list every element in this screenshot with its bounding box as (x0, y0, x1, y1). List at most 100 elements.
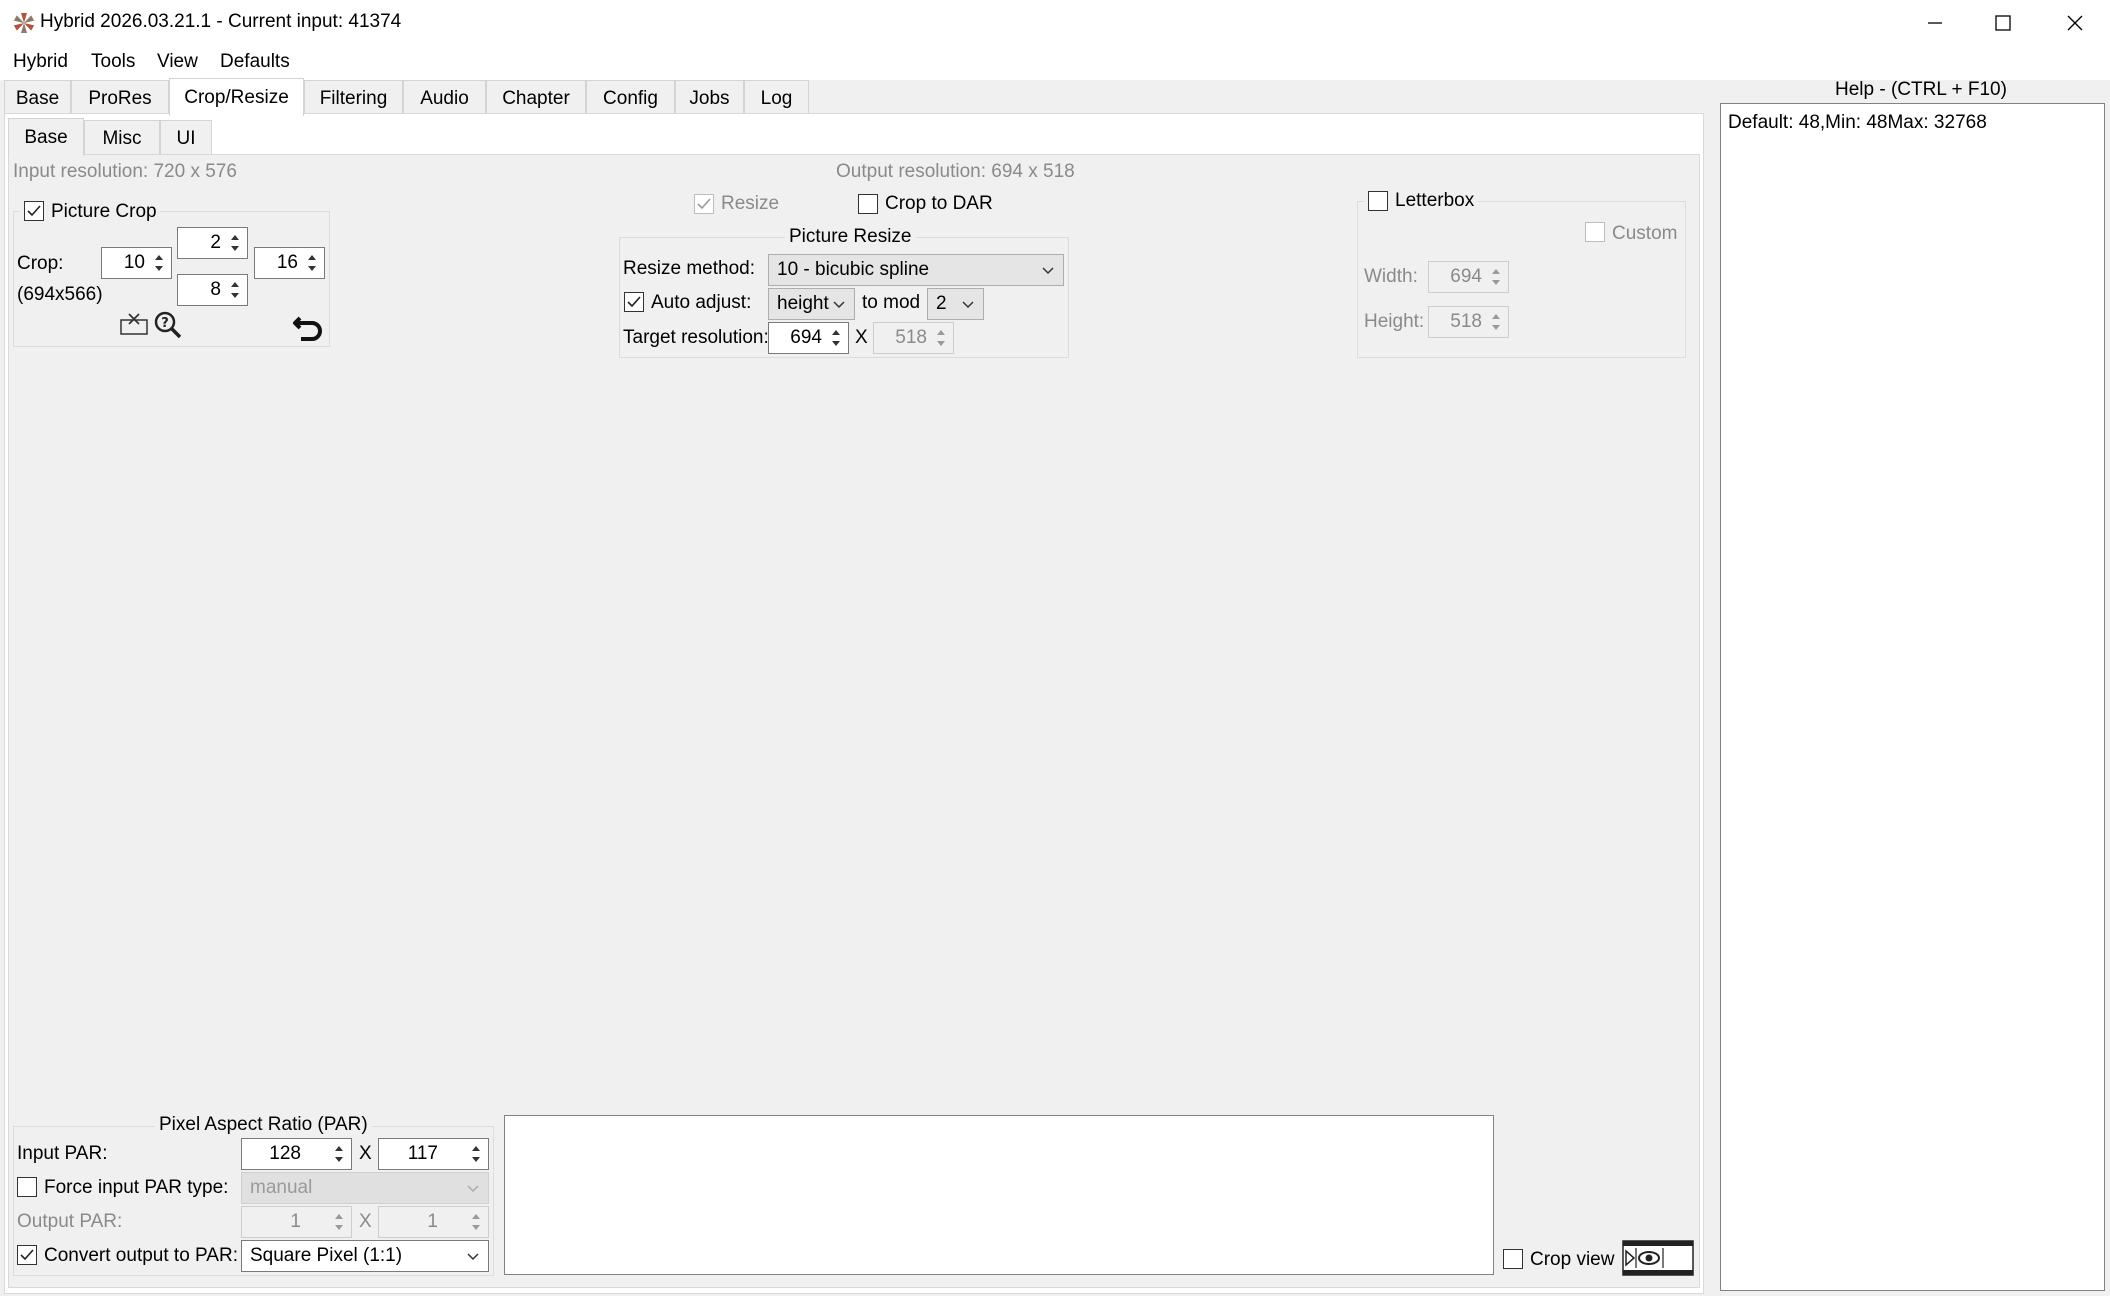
zoom-icon[interactable]: ? (153, 310, 183, 340)
menu-defaults[interactable]: Defaults (220, 51, 290, 73)
chevron-down-icon (1042, 267, 1054, 275)
minimize-button[interactable] (1900, 0, 1970, 46)
tab-audio[interactable]: Audio (403, 80, 486, 116)
subtab-base[interactable]: Base (8, 118, 84, 156)
force-par-select[interactable]: manual (241, 1172, 489, 1204)
main-tab-bar: Base ProRes Crop/Resize Filtering Audio … (4, 78, 1704, 116)
input-par-label: Input PAR: (17, 1143, 108, 1164)
spin-arrows-icon[interactable] (329, 1141, 349, 1167)
auto-crop-icon[interactable] (119, 312, 151, 336)
crop-to-dar-label: Crop to DAR (885, 193, 993, 214)
crop-left-spinbox[interactable]: 10 (101, 247, 172, 279)
letterbox-height-spinbox[interactable]: 518 (1428, 306, 1509, 338)
app-icon (13, 13, 35, 33)
resize-checkbox[interactable] (694, 194, 714, 214)
menu-hybrid[interactable]: Hybrid (13, 51, 68, 73)
letterbox-checkbox[interactable] (1368, 191, 1388, 211)
resize-label: Resize (721, 193, 780, 214)
tab-config[interactable]: Config (586, 80, 675, 116)
target-x-label: X (855, 327, 868, 348)
subtab-ui[interactable]: UI (160, 120, 212, 156)
menu-view[interactable]: View (157, 51, 198, 73)
convert-par-checkbox[interactable] (17, 1245, 37, 1265)
help-text-area[interactable]: Default: 48,Min: 48Max: 32768 (1720, 103, 2105, 1291)
crop-top-spinbox[interactable]: 2 (177, 227, 248, 259)
to-mod-label: to mod (862, 292, 921, 313)
force-par-label: Force input PAR type: (44, 1177, 229, 1198)
convert-par-select[interactable]: Square Pixel (1:1) (241, 1240, 489, 1272)
letterbox-height-label: Height: (1364, 311, 1425, 332)
custom-checkbox[interactable] (1585, 222, 1605, 242)
crop-to-dar-checkbox[interactable] (858, 194, 878, 214)
preview-area (504, 1115, 1494, 1275)
input-par-x-label: X (359, 1143, 372, 1164)
spin-arrows-icon[interactable] (466, 1209, 486, 1235)
maximize-icon (1995, 15, 2011, 31)
target-width-spinbox[interactable]: 694 (768, 322, 849, 354)
input-resolution: Input resolution: 720 x 576 (13, 161, 237, 182)
picture-resize-title: Picture Resize (785, 226, 916, 248)
sub-tab-bar: Base Misc UI (8, 118, 308, 156)
spin-arrows-icon[interactable] (826, 325, 846, 351)
subtab-misc[interactable]: Misc (84, 120, 160, 156)
tab-filtering[interactable]: Filtering (304, 80, 403, 116)
tab-base[interactable]: Base (4, 80, 71, 116)
close-button[interactable] (2040, 0, 2110, 46)
crop-view-label: Crop view (1530, 1249, 1615, 1270)
auto-adjust-label: Auto adjust: (651, 292, 752, 313)
spin-arrows-icon[interactable] (466, 1141, 486, 1167)
maximize-button[interactable] (1968, 0, 2038, 46)
spin-arrows-icon[interactable] (225, 230, 245, 256)
svg-text:?: ? (161, 316, 169, 331)
menu-bar: Hybrid Tools View Defaults (0, 46, 2110, 80)
tab-prores[interactable]: ProRes (71, 80, 169, 116)
mod-select[interactable]: 2 (927, 288, 984, 320)
letterbox-width-label: Width: (1364, 266, 1418, 287)
spin-arrows-icon[interactable] (1486, 264, 1506, 290)
output-resolution: Output resolution: 694 x 518 (836, 161, 1075, 182)
custom-label: Custom (1612, 223, 1678, 244)
auto-adjust-select[interactable]: height (768, 288, 855, 320)
chevron-down-icon (962, 301, 974, 309)
crop-right-spinbox[interactable]: 16 (254, 247, 325, 279)
spin-arrows-icon[interactable] (1486, 309, 1506, 335)
tab-crop-resize[interactable]: Crop/Resize (169, 78, 304, 116)
convert-par-label: Convert output to PAR: (44, 1245, 238, 1266)
tab-chapter[interactable]: Chapter (486, 80, 586, 116)
spin-arrows-icon[interactable] (329, 1209, 349, 1235)
tab-jobs[interactable]: Jobs (675, 80, 744, 116)
reset-crop-icon[interactable] (292, 310, 324, 342)
chevron-down-icon (833, 301, 845, 309)
target-height-spinbox[interactable]: 518 (873, 322, 954, 354)
crop-bottom-spinbox[interactable]: 8 (177, 274, 248, 306)
title-bar: Hybrid 2026.03.21.1 - Current input: 413… (0, 0, 2110, 46)
spin-arrows-icon[interactable] (225, 277, 245, 303)
input-par-den-spinbox[interactable]: 117 (378, 1138, 489, 1170)
spin-arrows-icon[interactable] (931, 325, 951, 351)
auto-adjust-checkbox[interactable] (624, 292, 644, 312)
resize-method-label: Resize method: (623, 258, 756, 279)
output-par-label: Output PAR: (17, 1211, 123, 1232)
spin-arrows-icon[interactable] (302, 250, 322, 276)
output-par-num-spinbox[interactable]: 1 (241, 1206, 352, 1238)
output-par-x-label: X (359, 1211, 372, 1232)
menu-tools[interactable]: Tools (91, 51, 135, 73)
output-par-den-spinbox[interactable]: 1 (378, 1206, 489, 1238)
picture-crop-checkbox[interactable] (24, 201, 44, 221)
letterbox-label: Letterbox (1395, 190, 1475, 211)
crop-size-text: (694x566) (17, 284, 103, 305)
chevron-down-icon (467, 1185, 479, 1193)
minimize-icon (1928, 22, 1942, 24)
target-resolution-label: Target resolution: (623, 327, 769, 348)
preview-film-icon[interactable] (1622, 1240, 1694, 1276)
close-icon (2067, 15, 2083, 31)
tab-log[interactable]: Log (744, 80, 809, 116)
resize-method-select[interactable]: 10 - bicubic spline (768, 254, 1064, 286)
crop-view-checkbox[interactable] (1503, 1249, 1523, 1269)
input-par-num-spinbox[interactable]: 128 (241, 1138, 352, 1170)
window-title: Hybrid 2026.03.21.1 - Current input: 413… (40, 11, 402, 32)
picture-crop-label: Picture Crop (51, 201, 157, 222)
spin-arrows-icon[interactable] (149, 250, 169, 276)
force-par-checkbox[interactable] (17, 1177, 37, 1197)
letterbox-width-spinbox[interactable]: 694 (1428, 261, 1509, 293)
